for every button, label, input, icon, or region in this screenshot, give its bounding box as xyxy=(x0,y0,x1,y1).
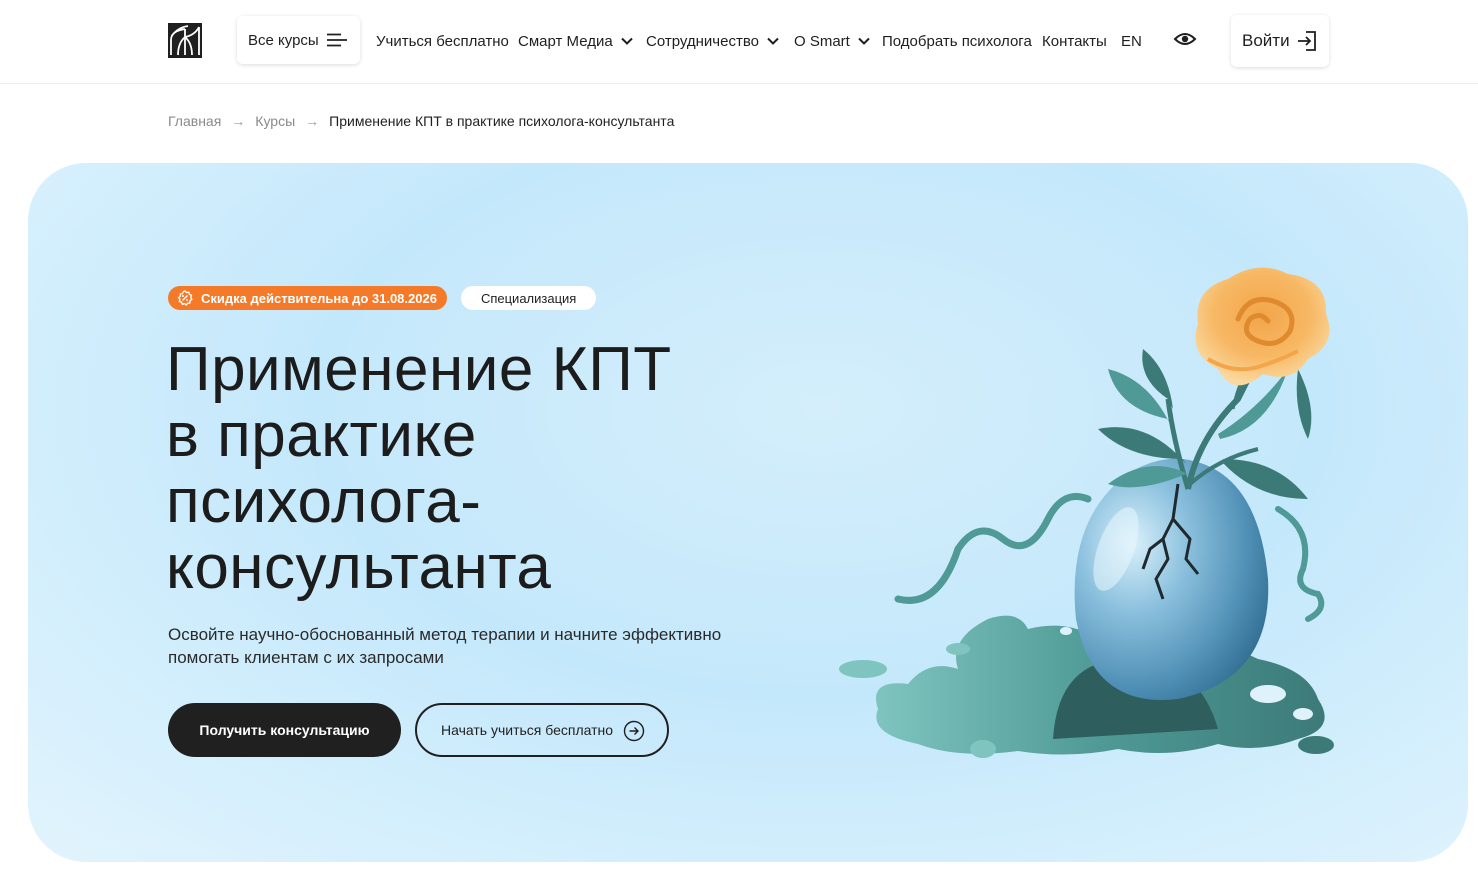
discount-icon xyxy=(177,290,193,306)
breadcrumb: Главная → Курсы → Применение КПТ в практ… xyxy=(168,113,674,129)
chevron-down-icon xyxy=(620,37,633,45)
course-type-label: Специализация xyxy=(480,290,577,306)
hero-subtitle: Освойте научно-обоснованный метод терапи… xyxy=(168,625,722,667)
smart-logo-icon[interactable] xyxy=(168,23,202,58)
eye-icon[interactable] xyxy=(1173,29,1197,49)
get-consultation-label: Получить консультацию xyxy=(199,722,370,738)
hero-badges: Скидка действительна до 31.08.2026 Специ… xyxy=(168,286,597,310)
breadcrumb-home[interactable]: Главная xyxy=(168,113,221,129)
breadcrumb-courses[interactable]: Курсы xyxy=(255,113,295,129)
get-consultation-button[interactable]: Получить консультацию xyxy=(168,703,401,757)
page-title: Применение КПТ в практике психолога- кон… xyxy=(166,337,806,601)
nav-item-label: Контакты xyxy=(1042,32,1107,50)
chevron-down-icon xyxy=(858,37,870,45)
title-line: Применение КПТ xyxy=(166,335,672,404)
all-courses-label: Все курсы xyxy=(248,31,319,49)
chevron-down-icon xyxy=(767,37,779,45)
breadcrumb-current: Применение КПТ в практике психолога-конс… xyxy=(329,113,675,129)
all-courses-button[interactable]: Все курсы xyxy=(237,16,360,64)
site-header: Все курсы Учиться бесплатно Смарт Медиа … xyxy=(0,0,1478,84)
nav-item-label: Учиться бесплатно xyxy=(376,32,509,50)
hero-section: Скидка действительна до 31.08.2026 Специ… xyxy=(28,163,1468,862)
nav-item-label: O Smart xyxy=(794,32,850,50)
login-arrow-icon xyxy=(1296,30,1318,57)
discount-badge-label: Скидка действительна до 31.08.2026 xyxy=(201,290,437,306)
breadcrumb-separator: → xyxy=(305,113,320,129)
title-line: психолога- xyxy=(166,467,482,536)
nav-item-label: Сотрудничество xyxy=(646,32,759,50)
nav-item-label: Подобрать психолога xyxy=(882,32,1032,50)
title-line: в практике xyxy=(166,401,477,470)
nav-item-find-psychologist[interactable]: Подобрать психолога xyxy=(882,30,1032,52)
nav-item-label: EN xyxy=(1121,32,1142,50)
nav-item-cooperation[interactable]: Сотрудничество xyxy=(646,30,779,52)
menu-lines-icon xyxy=(327,33,347,51)
nav-item-learn-free[interactable]: Учиться бесплатно xyxy=(376,30,509,52)
discount-badge: Скидка действительна до 31.08.2026 xyxy=(168,286,447,310)
breadcrumb-separator: → xyxy=(231,113,246,129)
start-free-label: Начать учиться бесплатно xyxy=(441,722,614,738)
login-button[interactable]: Войти xyxy=(1231,15,1329,67)
nav-item-smart-media[interactable]: Смарт Медиа xyxy=(518,30,633,52)
login-label: Войти xyxy=(1242,31,1290,50)
nav-item-label: Смарт Медиа xyxy=(518,32,613,50)
title-line: консультанта xyxy=(166,533,552,602)
arrow-right-circle-icon xyxy=(623,720,645,745)
nav-item-about[interactable]: O Smart xyxy=(794,30,870,52)
course-type-badge: Специализация xyxy=(460,286,597,310)
nav-item-contacts[interactable]: Контакты xyxy=(1042,30,1107,52)
egg-flower-illustration xyxy=(838,259,1348,769)
language-switch-en[interactable]: EN xyxy=(1121,30,1142,52)
start-free-button[interactable]: Начать учиться бесплатно xyxy=(415,703,669,757)
